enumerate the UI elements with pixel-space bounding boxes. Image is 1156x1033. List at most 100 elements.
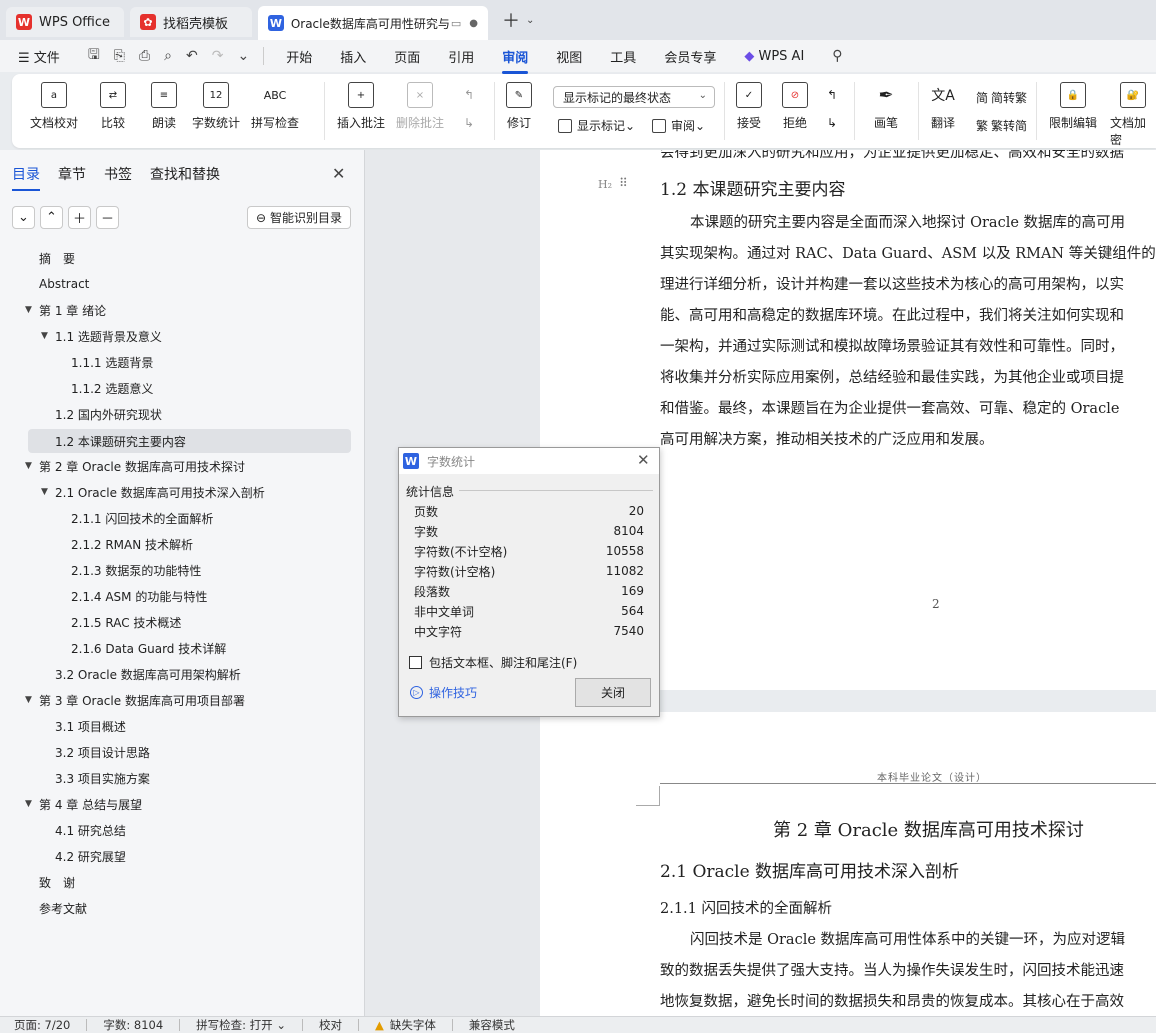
expand-up-button[interactable]: ⌃ bbox=[40, 206, 63, 229]
toc-item[interactable]: 2.1.6 Data Guard 技术详解 bbox=[57, 636, 226, 660]
close-icon[interactable]: ✕ bbox=[637, 451, 650, 469]
compare-button[interactable]: ⇄ 比较 bbox=[100, 82, 126, 131]
proofread-button[interactable]: a 文档校对 bbox=[30, 82, 78, 131]
toc-item[interactable]: 4.1 研究总结 bbox=[41, 818, 126, 842]
reject-button[interactable]: ⊘ 拒绝 bbox=[782, 82, 808, 131]
menu-tools[interactable]: 工具 bbox=[610, 47, 636, 66]
spell-check-button[interactable]: ABC 拼写检查 bbox=[251, 82, 299, 131]
read-aloud-button[interactable]: ≡ 朗读 bbox=[151, 82, 177, 131]
menu-review[interactable]: 审阅 bbox=[502, 47, 529, 74]
toc-item[interactable]: 2.1.3 数据泵的功能特性 bbox=[57, 558, 201, 582]
toc-item[interactable]: ▼ 第 4 章 总结与展望 bbox=[25, 792, 142, 816]
checkbox-box[interactable] bbox=[409, 656, 422, 669]
toc-item[interactable]: 3.3 项目实施方案 bbox=[41, 766, 150, 790]
tab-docer-templates[interactable]: ✿ 找稻壳模板 bbox=[130, 7, 252, 37]
review-pane-button[interactable]: 审阅 ⌄ bbox=[652, 117, 705, 134]
accept-button[interactable]: ✓ 接受 bbox=[736, 82, 762, 131]
tab-find-replace[interactable]: 查找和替换 bbox=[150, 164, 220, 184]
toc-item[interactable]: 1.1.2 选题意义 bbox=[57, 376, 153, 400]
new-tab-plus-icon[interactable]: ＋ bbox=[502, 7, 520, 33]
smart-toc-button[interactable]: ⊖ 智能识别目录 bbox=[247, 206, 351, 229]
close-button[interactable]: 关闭 bbox=[575, 678, 651, 707]
caret-down-icon[interactable]: ▼ bbox=[25, 461, 39, 471]
toc-item[interactable]: Abstract bbox=[25, 272, 89, 296]
tab-close-dot-icon[interactable]: ● bbox=[469, 18, 478, 29]
next-comment-icon[interactable]: ↳ bbox=[464, 116, 474, 130]
window-icon[interactable]: ▭ bbox=[451, 17, 461, 30]
chevron-down-icon[interactable]: ⌄ bbox=[526, 15, 534, 26]
share-icon[interactable]: ⎘ bbox=[114, 48, 125, 64]
toc-item[interactable]: 3.2 Oracle 数据库高可用架构解析 bbox=[41, 662, 241, 686]
tab-bookmarks[interactable]: 书签 bbox=[104, 164, 132, 184]
toc-item[interactable]: 3.2 项目设计思路 bbox=[41, 740, 150, 764]
spell-check-indicator[interactable]: 拼写检查: 打开 ⌄ bbox=[196, 1017, 286, 1033]
print-preview-icon[interactable]: ⌕ bbox=[164, 48, 172, 64]
menu-view[interactable]: 视图 bbox=[556, 47, 582, 66]
include-footnotes-checkbox[interactable]: 包括文本框、脚注和尾注(F) bbox=[409, 654, 577, 671]
caret-down-icon[interactable]: ▼ bbox=[41, 487, 55, 497]
collapse-all-button[interactable]: ⌄ bbox=[12, 206, 35, 229]
pen-button[interactable]: ✒ 画笔 bbox=[873, 82, 899, 131]
file-menu[interactable]: ☰ 文件 bbox=[18, 47, 60, 66]
prev-comment-icon[interactable]: ↰ bbox=[464, 88, 474, 102]
toc-item[interactable]: ▼ 第 1 章 绪论 bbox=[25, 298, 106, 322]
delete-comment-button[interactable]: × 删除批注 bbox=[396, 82, 444, 131]
doc-encrypt-button[interactable]: 🔐 文档加密 bbox=[1110, 82, 1156, 148]
insert-comment-button[interactable]: + 插入批注 bbox=[337, 82, 385, 131]
tab-current-document[interactable]: W Oracle数据库高可用性研究与实现 ▭ ● bbox=[258, 6, 488, 40]
page-indicator[interactable]: 页面: 7/20 bbox=[14, 1017, 70, 1033]
toc-item[interactable]: 致 谢 bbox=[25, 870, 75, 894]
toc-item[interactable]: ▼ 第 2 章 Oracle 数据库高可用技术探讨 bbox=[25, 454, 245, 478]
search-icon[interactable]: ⚲ bbox=[832, 48, 842, 64]
tab-chapters[interactable]: 章节 bbox=[58, 164, 86, 184]
toc-item[interactable]: 3.1 项目概述 bbox=[41, 714, 126, 738]
drag-handle-icon[interactable]: ⠿ bbox=[619, 176, 629, 190]
redo-icon[interactable]: ↷ bbox=[212, 48, 224, 64]
add-heading-button[interactable]: ＋ bbox=[68, 206, 91, 229]
remove-heading-button[interactable]: － bbox=[96, 206, 119, 229]
menu-member[interactable]: 会员专享 bbox=[664, 47, 716, 66]
toc-item[interactable]: 2.1.2 RMAN 技术解析 bbox=[57, 532, 193, 556]
close-icon[interactable]: ✕ bbox=[332, 164, 345, 183]
toc-item[interactable]: ▼ 第 3 章 Oracle 数据库高可用项目部署 bbox=[25, 688, 245, 712]
caret-down-icon[interactable]: ▼ bbox=[41, 331, 55, 341]
toc-item[interactable]: 2.1.4 ASM 的功能与特性 bbox=[57, 584, 207, 608]
proofread-indicator[interactable]: 校对 bbox=[319, 1017, 342, 1033]
toc-item[interactable]: 参考文献 bbox=[25, 896, 87, 920]
tab-toc[interactable]: 目录 bbox=[12, 164, 40, 191]
quick-access-more-icon[interactable]: ⌄ bbox=[237, 48, 249, 64]
menu-page[interactable]: 页面 bbox=[394, 47, 420, 66]
to-simplified-button[interactable]: 繁繁转简 bbox=[976, 117, 1027, 134]
toc-item[interactable]: 摘 要 bbox=[25, 246, 75, 270]
word-count-indicator[interactable]: 字数: 8104 bbox=[103, 1017, 163, 1033]
word-count-button[interactable]: 12 字数统计 bbox=[192, 82, 240, 131]
show-markup-button[interactable]: 显示标记 ⌄ bbox=[558, 117, 635, 134]
toc-item[interactable]: 1.2 国内外研究现状 bbox=[41, 402, 162, 426]
tips-link[interactable]: ▷ 操作技巧 bbox=[410, 684, 477, 701]
revise-button[interactable]: ✎ 修订 bbox=[506, 82, 532, 131]
toc-item[interactable]: ▼ 2.1 Oracle 数据库高可用技术深入剖析 bbox=[41, 480, 265, 504]
toc-item-selected[interactable]: 1.2 本课题研究主要内容 bbox=[28, 429, 351, 453]
menu-reference[interactable]: 引用 bbox=[448, 47, 474, 66]
next-change-icon[interactable]: ↳ bbox=[827, 116, 837, 130]
restrict-edit-button[interactable]: 🔒 限制编辑 bbox=[1049, 82, 1097, 131]
prev-change-icon[interactable]: ↰ bbox=[827, 88, 837, 102]
missing-font-indicator[interactable]: ▲ 缺失字体 bbox=[375, 1017, 436, 1033]
dialog-title-bar[interactable]: W 字数统计 bbox=[399, 448, 659, 474]
print-icon[interactable]: ⎙ bbox=[139, 48, 150, 64]
save-icon[interactable]: 🖫 bbox=[88, 44, 100, 68]
undo-icon[interactable]: ↶ bbox=[186, 48, 198, 64]
caret-down-icon[interactable]: ▼ bbox=[25, 305, 39, 315]
menu-insert[interactable]: 插入 bbox=[340, 47, 366, 66]
caret-down-icon[interactable]: ▼ bbox=[25, 799, 39, 809]
toc-item[interactable]: 1.1.1 选题背景 bbox=[57, 350, 153, 374]
document-page[interactable]: 本科毕业论文（设计） 第 2 章 Oracle 数据库高可用技术探讨 2.1 O… bbox=[540, 712, 1156, 1016]
translate-button[interactable]: 文A 翻译 bbox=[930, 82, 956, 131]
markup-state-select[interactable]: 显示标记的最终状态 ⌄ bbox=[553, 86, 715, 108]
tab-wps-office[interactable]: W WPS Office bbox=[6, 7, 124, 37]
toc-item[interactable]: 2.1.5 RAC 技术概述 bbox=[57, 610, 181, 634]
toc-item[interactable]: ▼ 1.1 选题背景及意义 bbox=[41, 324, 162, 348]
panel-splitter[interactable] bbox=[364, 150, 365, 1016]
wps-ai-button[interactable]: ◆ WPS AI bbox=[744, 49, 804, 64]
to-traditional-button[interactable]: 简简转繁 bbox=[976, 89, 1027, 106]
